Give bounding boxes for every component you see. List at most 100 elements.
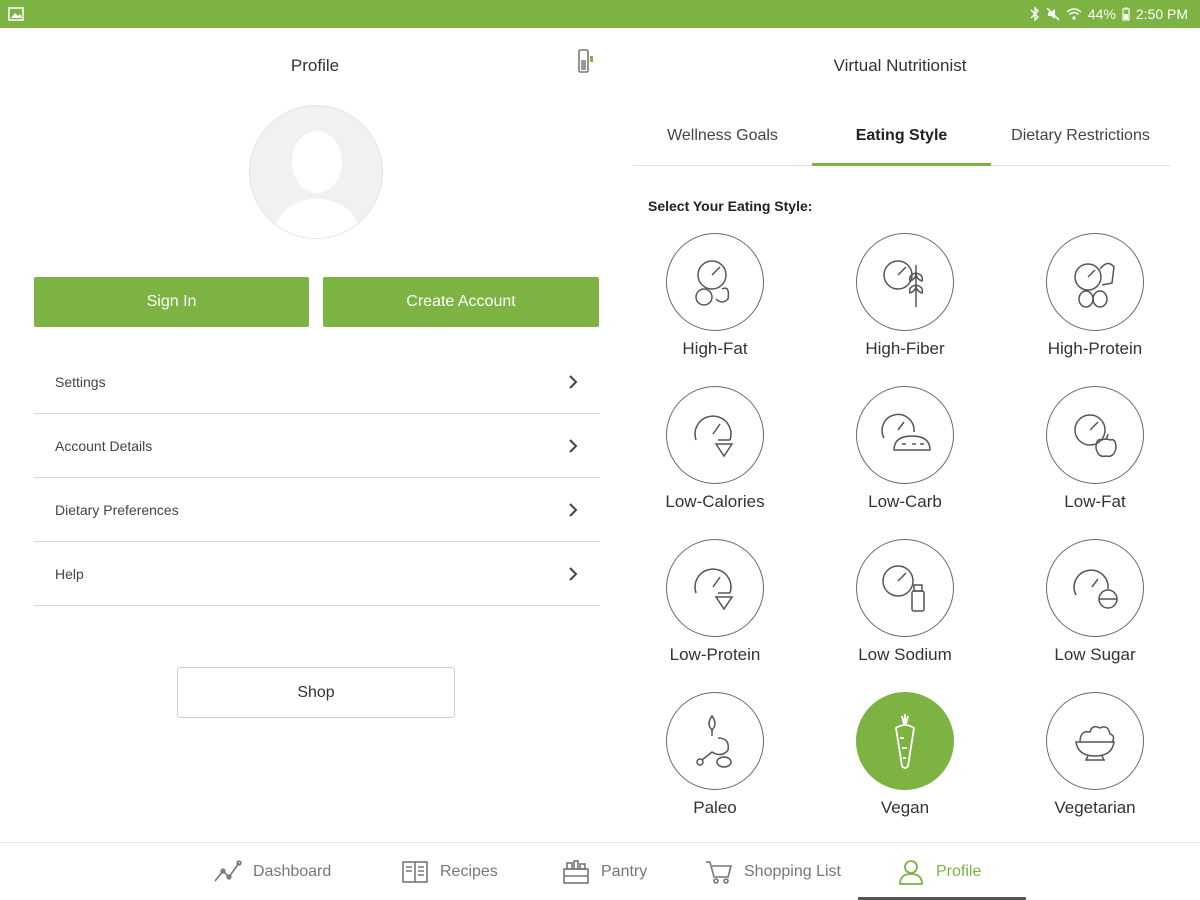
menu-item-dietary-preferences[interactable]: Dietary Preferences bbox=[34, 478, 600, 542]
create-account-button[interactable]: Create Account bbox=[323, 277, 599, 327]
section-title: Virtual Nutritionist bbox=[833, 56, 967, 75]
eating-style-high-protein[interactable]: High-Protein bbox=[1010, 233, 1180, 359]
battery-percentage: 44% bbox=[1087, 6, 1116, 22]
avatar-placeholder-icon bbox=[272, 131, 362, 238]
shop-button[interactable]: Shop bbox=[177, 667, 455, 718]
eating-style-low-carb[interactable]: Low-Carb bbox=[820, 386, 990, 512]
dashboard-icon bbox=[214, 860, 242, 882]
style-circle[interactable] bbox=[666, 386, 764, 484]
low-sugar-icon bbox=[1073, 569, 1118, 609]
low-calories-icon bbox=[694, 415, 734, 458]
battery-icon bbox=[1122, 7, 1130, 21]
nav-shopping-list[interactable]: Shopping List bbox=[704, 843, 841, 900]
menu-item-account-details[interactable]: Account Details bbox=[34, 414, 600, 478]
chevron-right-icon bbox=[569, 438, 578, 453]
vegetarian-icon bbox=[1075, 725, 1115, 761]
style-label: Low-Protein bbox=[669, 645, 761, 664]
bottom-navigation: Dashboard Recipes Pantry Shopping List P… bbox=[0, 842, 1200, 900]
eating-style-low-sodium[interactable]: Low Sodium bbox=[820, 539, 990, 665]
style-label: Paleo bbox=[693, 798, 737, 817]
person-icon bbox=[899, 860, 923, 885]
chevron-right-icon bbox=[569, 502, 578, 517]
nav-label: Profile bbox=[936, 863, 982, 880]
eating-style-high-fat[interactable]: High-Fat bbox=[630, 233, 800, 359]
eating-style-low-calories[interactable]: Low-Calories bbox=[630, 386, 800, 512]
style-label: Low Sodium bbox=[858, 645, 952, 664]
nav-profile[interactable]: Profile bbox=[896, 843, 981, 900]
style-label: Low Sugar bbox=[1054, 645, 1136, 664]
nutritionist-tabs: Wellness Goals Eating Style Dietary Rest… bbox=[633, 114, 1170, 166]
eating-style-vegan[interactable]: Vegan bbox=[820, 692, 990, 818]
style-circle[interactable] bbox=[666, 692, 764, 790]
mute-icon bbox=[1046, 7, 1060, 21]
low-sodium-icon bbox=[882, 565, 925, 612]
bluetooth-icon bbox=[1030, 6, 1039, 22]
style-circle[interactable] bbox=[666, 233, 764, 331]
wifi-icon bbox=[1066, 8, 1082, 20]
recipes-icon bbox=[402, 861, 428, 883]
sign-in-button[interactable]: Sign In bbox=[34, 277, 309, 327]
pantry-icon bbox=[563, 860, 589, 884]
style-label: Vegan bbox=[880, 798, 930, 817]
style-circle[interactable] bbox=[856, 233, 954, 331]
page-title: Profile bbox=[290, 56, 340, 75]
low-fat-icon bbox=[1074, 414, 1117, 458]
nav-label: Dashboard bbox=[253, 863, 332, 880]
high-fiber-icon bbox=[883, 260, 924, 307]
high-fat-icon bbox=[695, 260, 730, 306]
style-label: Low-Fat bbox=[1064, 492, 1126, 511]
vegan-icon bbox=[895, 714, 915, 769]
nav-dashboard[interactable]: Dashboard bbox=[213, 843, 331, 900]
nav-pantry[interactable]: Pantry bbox=[561, 843, 647, 900]
style-label: High-Protein bbox=[1047, 339, 1143, 358]
style-label: Low-Calories bbox=[665, 492, 765, 511]
style-circle[interactable] bbox=[1046, 386, 1144, 484]
style-circle[interactable] bbox=[1046, 539, 1144, 637]
nav-label: Shopping List bbox=[744, 863, 841, 880]
style-label: Vegetarian bbox=[1054, 798, 1136, 817]
nav-label: Recipes bbox=[440, 863, 498, 880]
style-circle[interactable] bbox=[1046, 233, 1144, 331]
style-circle[interactable] bbox=[856, 539, 954, 637]
eating-style-paleo[interactable]: Paleo bbox=[630, 692, 800, 818]
image-notification-icon bbox=[8, 7, 24, 21]
menu-item-settings[interactable]: Settings bbox=[34, 350, 600, 414]
avatar[interactable] bbox=[249, 105, 383, 239]
status-icons: 44% 2:50 PM bbox=[1030, 5, 1188, 23]
low-protein-icon bbox=[694, 568, 734, 611]
tab-eating-style[interactable]: Eating Style bbox=[812, 114, 991, 166]
eating-style-low-fat[interactable]: Low-Fat bbox=[1010, 386, 1180, 512]
menu-item-help[interactable]: Help bbox=[34, 542, 600, 606]
menu-item-label: Settings bbox=[55, 373, 106, 390]
eating-style-prompt: Select Your Eating Style: bbox=[648, 198, 813, 214]
high-protein-icon bbox=[1074, 262, 1115, 308]
menu-item-label: Dietary Preferences bbox=[55, 501, 179, 518]
tab-wellness-goals[interactable]: Wellness Goals bbox=[633, 114, 812, 165]
menu-item-label: Help bbox=[55, 565, 84, 582]
style-label: High-Fiber bbox=[865, 339, 945, 358]
paleo-icon bbox=[696, 714, 732, 768]
cart-icon bbox=[706, 861, 733, 884]
style-label: Low-Carb bbox=[868, 492, 942, 511]
profile-panel: Profile Sign In Create Account Settings … bbox=[0, 28, 630, 842]
clock: 2:50 PM bbox=[1135, 6, 1188, 22]
style-circle[interactable] bbox=[856, 386, 954, 484]
style-circle[interactable] bbox=[666, 539, 764, 637]
virtual-nutritionist-panel: Virtual Nutritionist Wellness Goals Eati… bbox=[630, 28, 1200, 842]
menu-item-label: Account Details bbox=[55, 437, 153, 454]
style-circle[interactable] bbox=[1046, 692, 1144, 790]
nav-recipes[interactable]: Recipes bbox=[400, 843, 498, 900]
eating-style-high-fiber[interactable]: High-Fiber bbox=[820, 233, 990, 359]
style-label: High-Fat bbox=[682, 339, 748, 358]
status-bar: 44% 2:50 PM bbox=[0, 0, 1200, 28]
nav-label: Pantry bbox=[601, 863, 648, 880]
style-circle-selected[interactable] bbox=[856, 692, 954, 790]
tab-dietary-restrictions[interactable]: Dietary Restrictions bbox=[991, 114, 1170, 165]
profile-menu: Settings Account Details Dietary Prefere… bbox=[34, 350, 600, 606]
low-carb-icon bbox=[881, 413, 931, 451]
chevron-right-icon bbox=[569, 374, 578, 389]
eating-style-low-protein[interactable]: Low-Protein bbox=[630, 539, 800, 665]
eating-style-vegetarian[interactable]: Vegetarian bbox=[1010, 692, 1180, 818]
eating-style-low-sugar[interactable]: Low Sugar bbox=[1010, 539, 1180, 665]
scale-device-icon[interactable] bbox=[574, 46, 598, 78]
